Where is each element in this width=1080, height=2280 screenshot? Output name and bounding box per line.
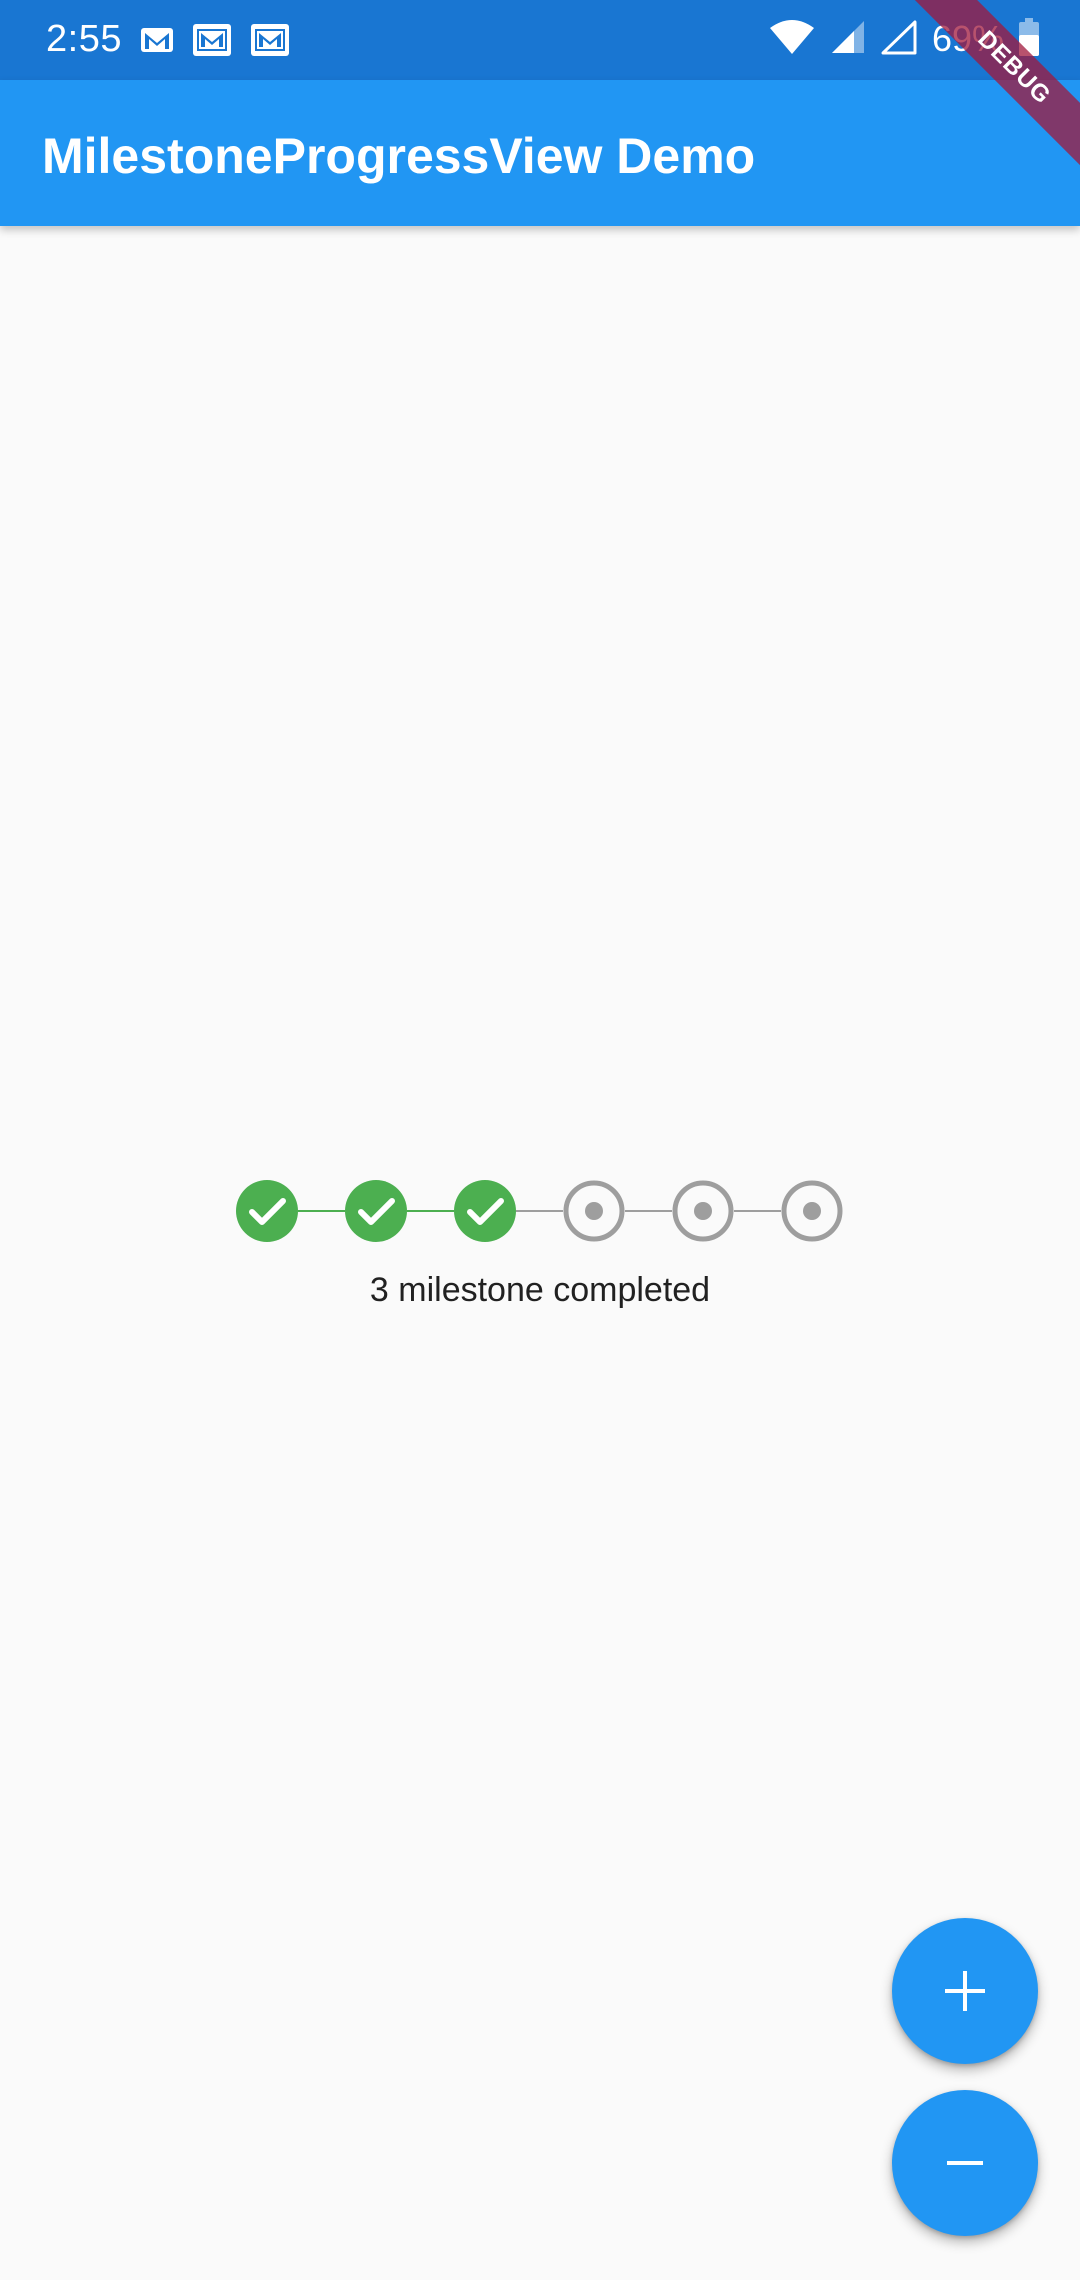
milestone-completed-icon bbox=[345, 1180, 407, 1242]
milestone-completed-icon bbox=[236, 1180, 298, 1242]
milestone-progress-view bbox=[236, 1180, 844, 1242]
app-bar: MilestoneProgressView Demo bbox=[0, 80, 1080, 226]
milestone-completed-icon bbox=[454, 1180, 516, 1242]
system-status: 69% bbox=[768, 14, 1040, 64]
cell-signal-icon bbox=[830, 19, 866, 60]
minus-icon bbox=[943, 2141, 987, 2185]
milestone-pending-icon bbox=[563, 1180, 625, 1242]
notification-icons bbox=[140, 20, 290, 60]
page-title: MilestoneProgressView Demo bbox=[42, 128, 756, 184]
gmail-icon bbox=[250, 23, 290, 57]
plus-icon bbox=[943, 1969, 987, 2013]
milestone-caption: 3 milestone completed bbox=[369, 1271, 711, 1309]
milestone-pending-icon bbox=[781, 1180, 843, 1242]
status-time: 2:55 bbox=[46, 18, 122, 60]
milestone-pending-icon bbox=[672, 1180, 734, 1242]
remove-milestone-button[interactable] bbox=[892, 2090, 1038, 2236]
add-milestone-button[interactable] bbox=[892, 1918, 1038, 2064]
gmail-icon bbox=[192, 23, 232, 57]
battery-charging-icon bbox=[1018, 17, 1040, 62]
wifi-icon bbox=[768, 18, 816, 61]
gmail-icon bbox=[140, 25, 174, 55]
battery-percent: 69% bbox=[931, 18, 1004, 59]
milestone-progress-graphic bbox=[236, 1180, 843, 1242]
cell-signal-empty-icon bbox=[880, 19, 918, 60]
status-bar: 2:55 69% bbox=[0, 0, 1080, 80]
app-screen: 2:55 69% MilestoneProgressView Demo DEBU… bbox=[0, 0, 1080, 2280]
